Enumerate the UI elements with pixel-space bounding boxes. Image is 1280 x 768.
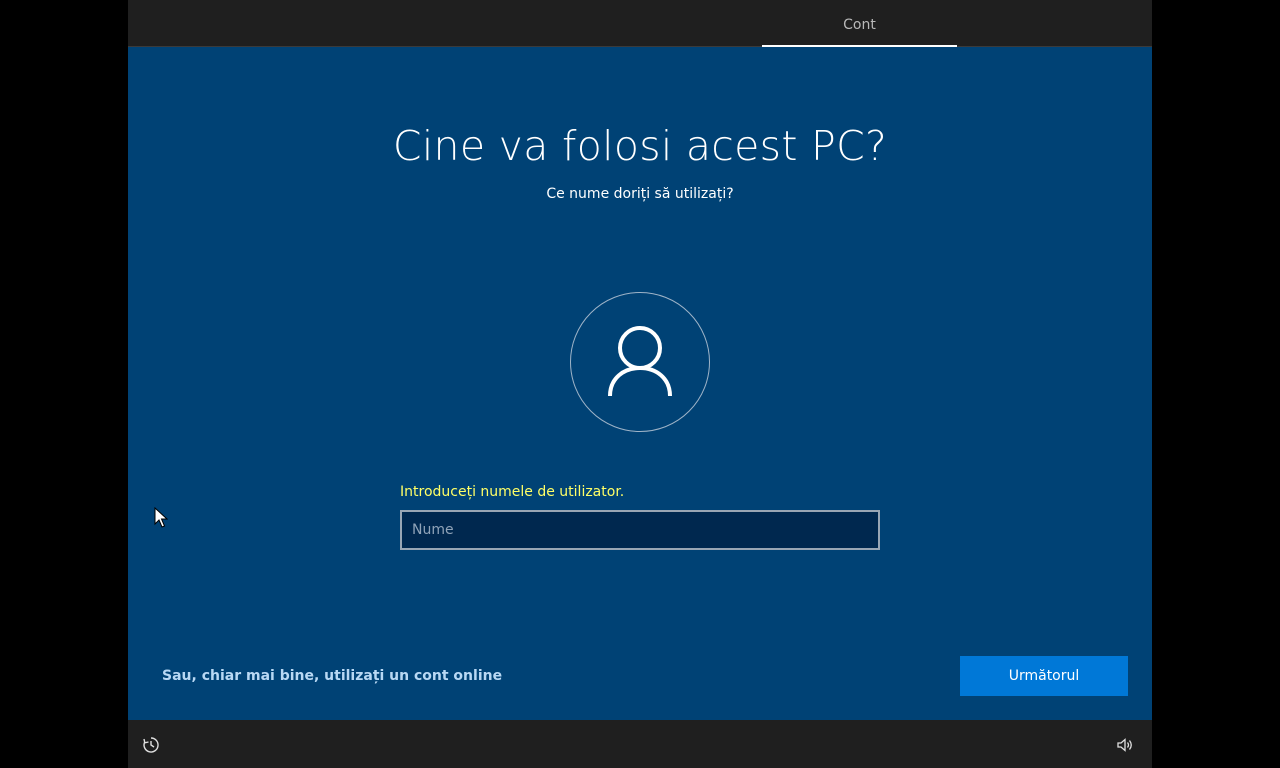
- user-icon: [608, 326, 672, 397]
- page-title: Cine va folosi acest PC?: [392, 122, 888, 170]
- tab-cont: Cont: [843, 17, 876, 33]
- next-button[interactable]: Următorul: [960, 656, 1128, 696]
- input-prompt: Introduceți numele de utilizator.: [400, 484, 625, 500]
- oobe-screen: Cont Cine va folosi acest PC? Ce nume do…: [128, 0, 1152, 768]
- bottom-bar: [128, 720, 1152, 768]
- page-subtitle: Ce nume doriți să utilizați?: [546, 186, 734, 202]
- volume-icon[interactable]: [1116, 736, 1134, 754]
- progress-bar-header: Cont: [128, 0, 1152, 47]
- active-tab-underline: [762, 45, 957, 47]
- avatar: [570, 292, 710, 432]
- online-account-link[interactable]: Sau, chiar mai bine, utilizați un cont o…: [162, 668, 502, 684]
- mouse-cursor-icon: [154, 507, 168, 528]
- username-input[interactable]: [400, 510, 880, 550]
- ease-of-access-icon[interactable]: [142, 736, 160, 754]
